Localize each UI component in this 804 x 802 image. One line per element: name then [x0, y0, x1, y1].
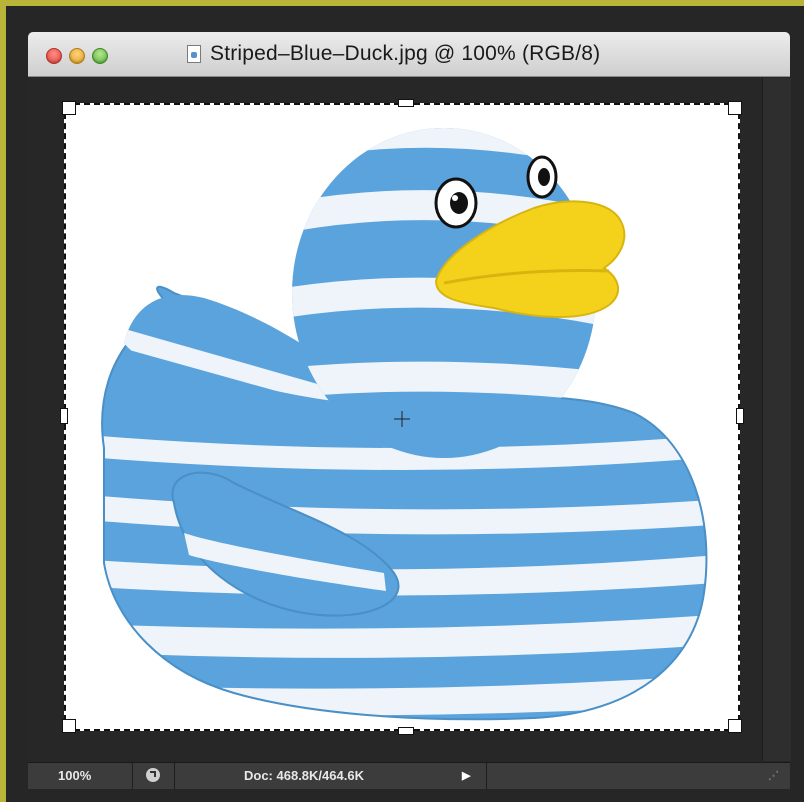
vertical-scrollbar[interactable] [762, 78, 791, 761]
window-title: Striped–Blue–Duck.jpg @ 100% (RGB/8) [210, 42, 601, 65]
zoom-level[interactable]: 100% [58, 768, 91, 783]
transform-handle-left[interactable] [60, 408, 68, 424]
title-bar[interactable]: Striped–Blue–Duck.jpg @ 100% (RGB/8) [28, 32, 790, 77]
separator [132, 763, 133, 789]
transform-handle-top[interactable] [398, 99, 414, 107]
resize-grip-icon[interactable]: ⋰ [768, 769, 782, 783]
triangle-right-icon[interactable]: ▶ [462, 769, 476, 783]
transform-handle-top-right[interactable] [728, 101, 742, 115]
transform-handle-bottom[interactable] [398, 727, 414, 735]
selection-marquee[interactable] [64, 103, 740, 731]
document-icon[interactable] [187, 45, 201, 63]
transform-handle-bottom-right[interactable] [728, 719, 742, 733]
transform-handle-bottom-left[interactable] [62, 719, 76, 733]
separator [174, 763, 175, 789]
status-bar: 100% Doc: 468.8K/464.6K ▶ ⋰ [28, 762, 790, 789]
separator [486, 763, 487, 789]
close-traffic-light-icon[interactable] [46, 48, 62, 64]
transform-handle-right[interactable] [736, 408, 744, 424]
minimize-traffic-light-icon[interactable] [69, 48, 85, 64]
status-menu-icon[interactable] [146, 768, 160, 782]
transform-handle-top-left[interactable] [62, 101, 76, 115]
doc-size-info: Doc: 468.8K/464.6K [244, 768, 364, 783]
zoom-traffic-light-icon[interactable] [92, 48, 108, 64]
